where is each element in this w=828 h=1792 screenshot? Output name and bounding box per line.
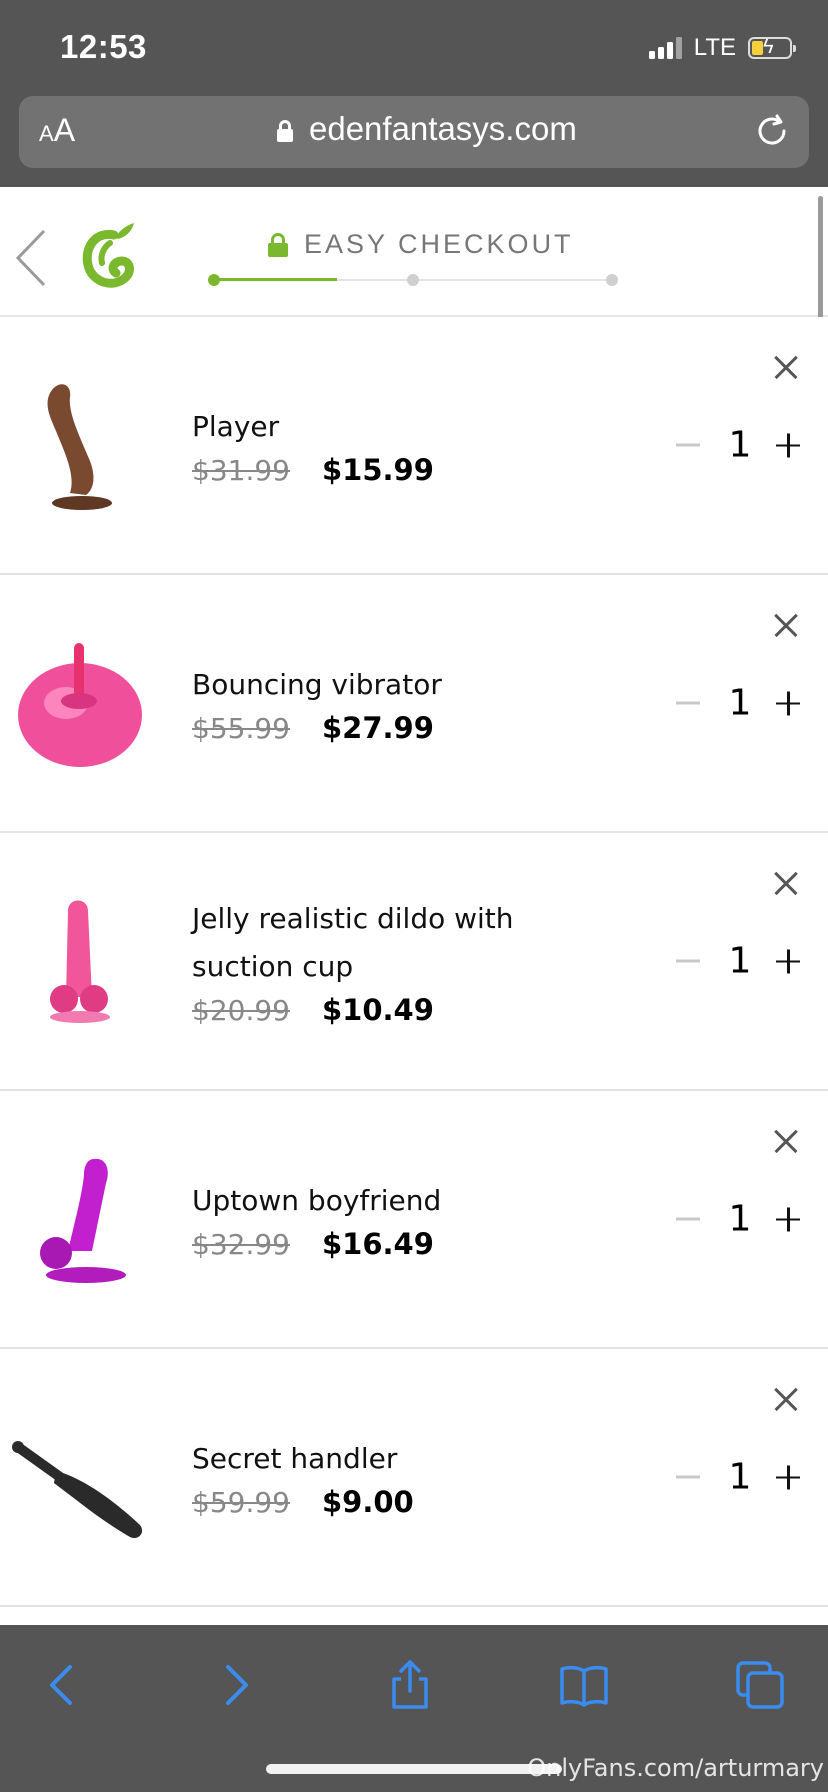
price-row: $31.99 $15.99 [192,453,612,487]
lock-icon [268,232,288,257]
original-price: $59.99 [192,1486,290,1519]
quantity-value: 1 [728,940,752,982]
original-price: $20.99 [192,994,290,1027]
text-size-button[interactable]: AA [39,112,75,149]
charging-icon: ϟ [763,36,774,58]
status-time: 12:53 [60,28,147,65]
forward-icon[interactable] [210,1659,262,1711]
decrease-quantity-button[interactable] [676,959,700,963]
original-price: $32.99 [192,1228,290,1261]
watermark: OnlyFans.com/arturmary [527,1754,824,1782]
price-row: $20.99 $10.49 [192,993,612,1027]
increase-quantity-button[interactable] [776,1465,800,1489]
product-image-jelly-dildo[interactable] [10,881,150,1041]
cart-item: Bouncing vibrator $55.99 $27.99 1 [0,575,828,833]
share-icon[interactable] [384,1659,436,1711]
url-text[interactable]: edenfantasys.com [309,110,577,148]
item-info: Secret handler $59.99 $9.00 [192,1435,612,1519]
cart-item: Player $31.99 $15.99 1 [0,317,828,575]
sale-price: $27.99 [321,711,434,745]
cart-list: Player $31.99 $15.99 1 Bouncing vibrator… [0,317,828,1607]
progress-fill [212,278,337,281]
item-name[interactable]: Bouncing vibrator [192,661,612,709]
cart-item: Jelly realistic dildo with suction cup $… [0,833,828,1091]
eden-logo[interactable] [80,221,138,291]
network-label: LTE [693,34,736,61]
price-row: $55.99 $27.99 [192,711,612,745]
quantity-stepper: 1 [676,1199,800,1240]
sale-price: $9.00 [321,1485,414,1519]
item-info: Uptown boyfriend $32.99 $16.49 [192,1177,612,1261]
product-image-player[interactable] [10,365,150,525]
product-image-bouncing-vibrator[interactable] [10,623,150,783]
quantity-value: 1 [728,682,752,724]
decrease-quantity-button[interactable] [676,443,700,447]
quantity-stepper: 1 [676,425,800,466]
lock-icon [277,120,293,142]
battery-icon: ϟ [748,36,796,59]
remove-item-icon[interactable] [774,1387,798,1411]
checkout-title: EASY CHECKOUT [268,229,574,260]
original-price: $31.99 [192,454,290,487]
reload-icon[interactable] [753,112,791,150]
progress-step-3 [606,274,618,286]
quantity-stepper: 1 [676,683,800,724]
increase-quantity-button[interactable] [776,949,800,973]
sale-price: $10.49 [321,993,434,1027]
remove-item-icon[interactable] [774,1129,798,1153]
back-icon[interactable] [36,1659,88,1711]
browser-chrome: 12:53 LTE ϟ AA edenfantasys.com [0,0,828,187]
quantity-value: 1 [728,1198,752,1240]
decrease-quantity-button[interactable] [676,1217,700,1221]
remove-item-icon[interactable] [774,355,798,379]
progress-step-2 [407,274,419,286]
increase-quantity-button[interactable] [776,1207,800,1231]
bookmarks-icon[interactable] [558,1659,610,1711]
item-info: Player $31.99 $15.99 [192,403,612,487]
remove-item-icon[interactable] [774,871,798,895]
cart-item: Secret handler $59.99 $9.00 1 [0,1349,828,1607]
home-indicator[interactable] [266,1764,562,1774]
checkout-title-text: EASY CHECKOUT [304,229,574,259]
remove-item-icon[interactable] [774,613,798,637]
sale-price: $16.49 [321,1227,434,1261]
address-bar[interactable]: AA edenfantasys.com [19,96,809,168]
quantity-value: 1 [728,424,752,466]
status-indicators: LTE ϟ [648,34,796,62]
quantity-stepper: 1 [676,941,800,982]
checkout-header: EASY CHECKOUT [0,187,828,317]
increase-quantity-button[interactable] [776,433,800,457]
battery-level [752,41,763,55]
signal-icon [648,37,682,59]
back-chevron-icon[interactable] [14,227,48,289]
item-name[interactable]: Uptown boyfriend [192,1177,612,1225]
price-row: $32.99 $16.49 [192,1227,612,1261]
original-price: $55.99 [192,712,290,745]
checkout-progress [208,274,618,286]
product-image-uptown-boyfriend[interactable] [10,1139,150,1299]
sale-price: $15.99 [321,453,434,487]
item-info: Bouncing vibrator $55.99 $27.99 [192,661,612,745]
tabs-icon[interactable] [734,1659,786,1711]
quantity-value: 1 [728,1456,752,1498]
price-row: $59.99 $9.00 [192,1485,612,1519]
decrease-quantity-button[interactable] [676,1475,700,1479]
item-name[interactable]: Jelly realistic dildo with suction cup [192,895,612,991]
quantity-stepper: 1 [676,1457,800,1498]
cart-item: Uptown boyfriend $32.99 $16.49 1 [0,1091,828,1349]
increase-quantity-button[interactable] [776,691,800,715]
progress-step-1 [208,274,220,286]
item-name[interactable]: Player [192,403,612,451]
item-info: Jelly realistic dildo with suction cup $… [192,895,612,1027]
decrease-quantity-button[interactable] [676,701,700,705]
product-image-secret-handler[interactable] [10,1397,150,1557]
item-name[interactable]: Secret handler [192,1435,612,1483]
